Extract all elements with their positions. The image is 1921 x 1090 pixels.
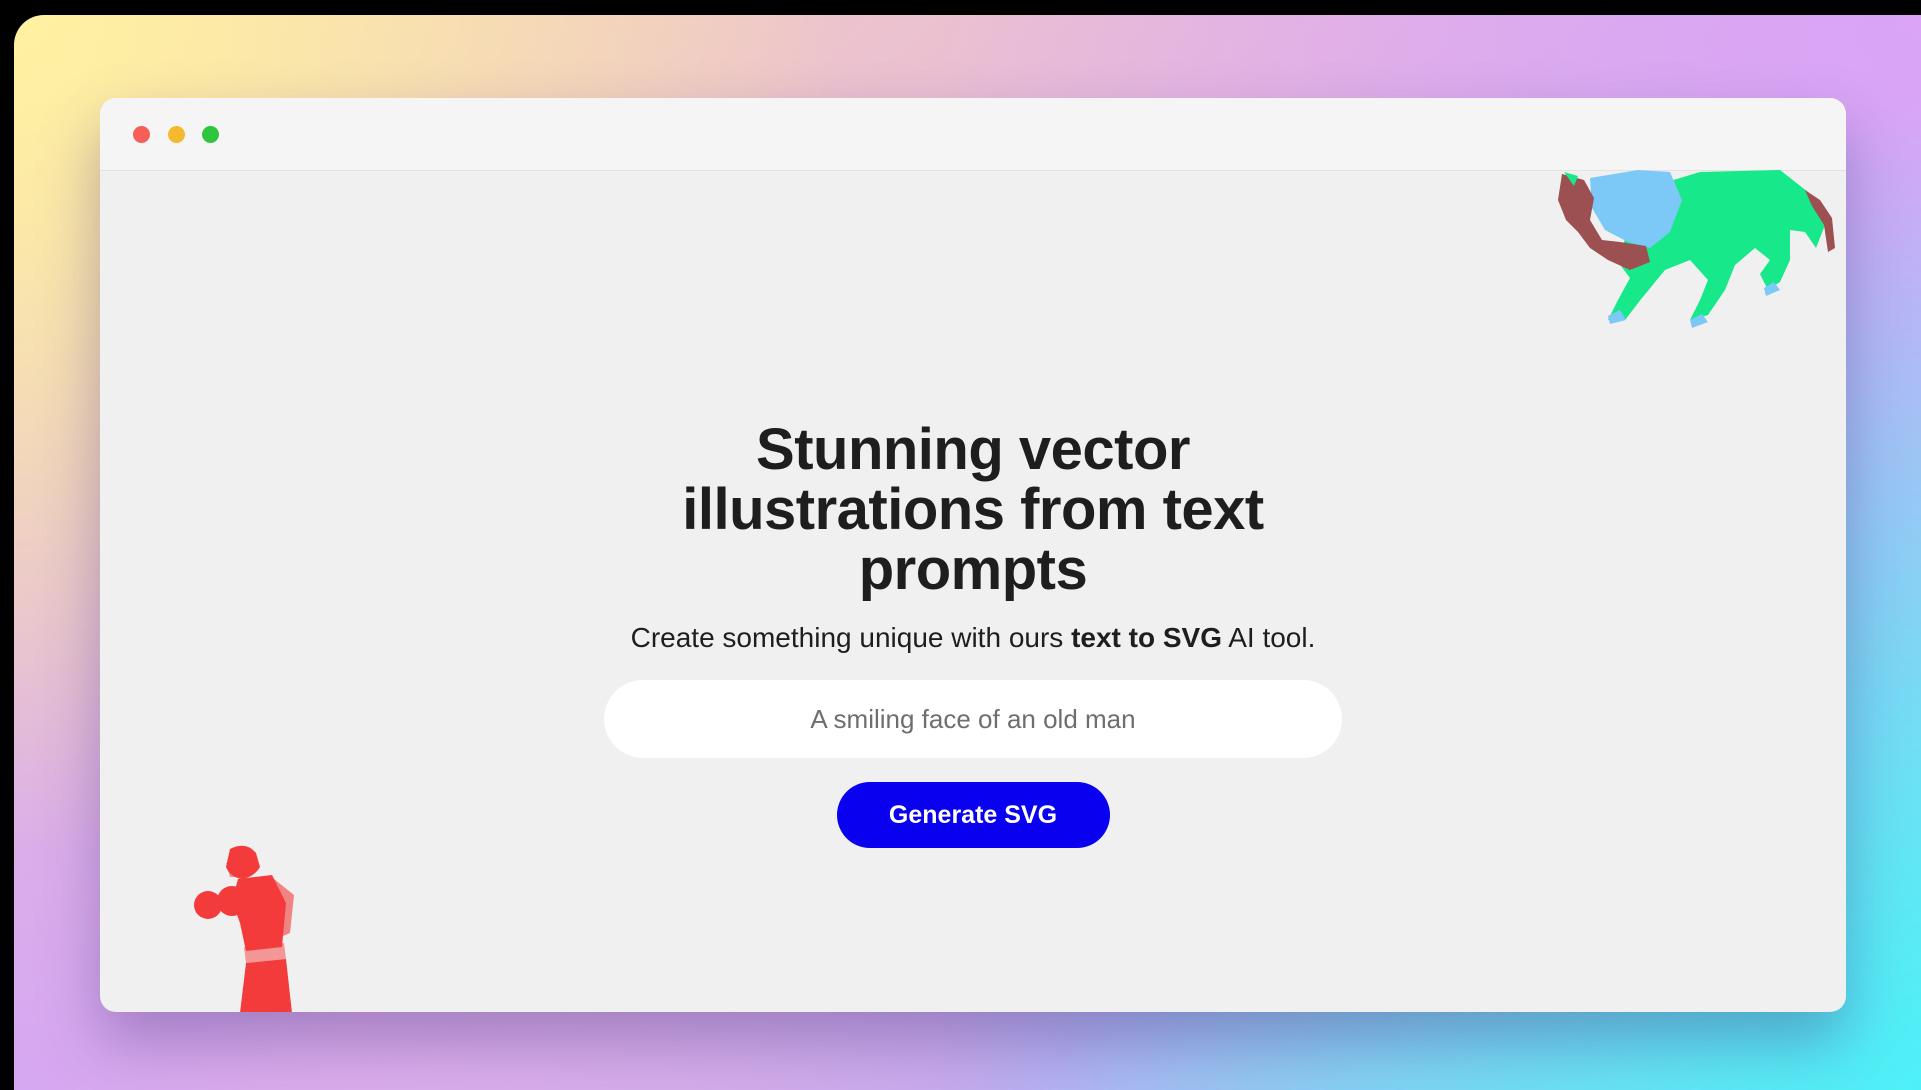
prompt-input[interactable] bbox=[604, 680, 1342, 758]
browser-window: Stunning vector illustrations from text … bbox=[100, 98, 1846, 1012]
minimize-window-button[interactable] bbox=[168, 126, 185, 143]
subtitle-emphasis: text to SVG bbox=[1071, 622, 1222, 653]
boxer-glove-shape bbox=[217, 886, 247, 916]
page-subtitle: Create something unique with ours text t… bbox=[100, 620, 1846, 656]
boxer-face-shape bbox=[226, 863, 240, 877]
boxer-illustration bbox=[194, 845, 294, 1012]
maximize-window-button[interactable] bbox=[202, 126, 219, 143]
generate-svg-button[interactable]: Generate SVG bbox=[836, 782, 1110, 848]
page-title: Stunning vector illustrations from text … bbox=[682, 417, 1264, 602]
subtitle-text-end: AI tool. bbox=[1221, 622, 1316, 653]
hero-section: Stunning vector illustrations from text … bbox=[100, 420, 1846, 848]
window-titlebar bbox=[100, 98, 1846, 171]
subtitle-text: Create something unique with ours bbox=[630, 622, 1072, 653]
boxer-shorts-shape bbox=[240, 959, 292, 1012]
lion-illustration bbox=[1558, 170, 1835, 328]
close-window-button[interactable] bbox=[133, 126, 150, 143]
